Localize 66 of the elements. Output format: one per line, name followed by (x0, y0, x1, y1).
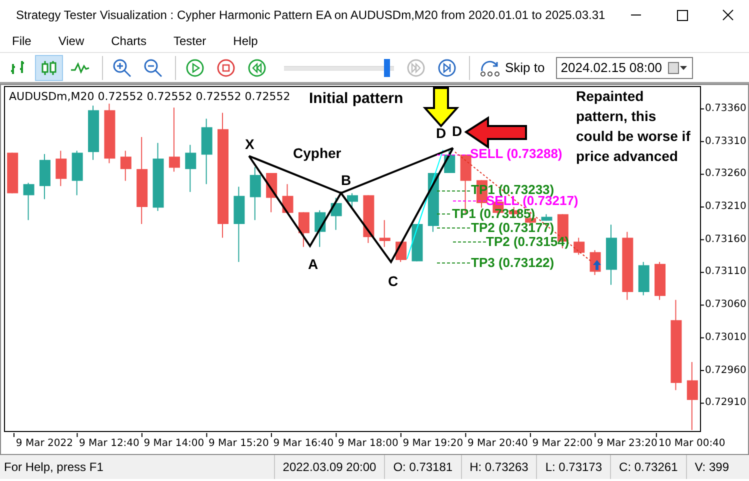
signal-label: TP3 (0.73122) (471, 256, 554, 269)
axis-label: 9 Mar 12:40 (79, 438, 140, 449)
menu-item[interactable]: View (50, 34, 92, 48)
menu-item[interactable]: Tester (165, 34, 214, 48)
menu-item[interactable]: File (4, 34, 40, 48)
left-arrow (464, 116, 527, 149)
axis-label: 9 Mar 2022 (16, 438, 73, 449)
status-field: O: 0.73181 (384, 455, 461, 479)
menu-item[interactable]: Help (225, 34, 266, 48)
help-text: For Help, press F1 (3, 460, 104, 474)
fast-forward-icon (406, 58, 426, 78)
axis-label: 0.73260 (705, 168, 746, 180)
axis-label: 9 Mar 14:00 (144, 438, 204, 449)
axis-label: 0.73210 (705, 201, 746, 212)
rewind-icon (247, 58, 267, 78)
axis-label: 0.73110 (705, 266, 746, 278)
point-label: C (388, 274, 398, 288)
axis-label: 0.73360 (705, 102, 746, 114)
axis-label: 0.73010 (705, 332, 746, 343)
date-field[interactable]: 2024.02.15 08:00 (556, 56, 693, 78)
annotation-text: Initial pattern (309, 91, 404, 106)
axis-label: 9 Mar 22:00 (532, 438, 593, 449)
annotation-text: Repainted pattern, this could be worse if price advanced (576, 87, 692, 166)
status-field: V: 399 (686, 455, 737, 479)
buy-arrow-icon (593, 260, 601, 270)
symbol-info: AUDUSDm,M20 0.72552 0.72552 0.72552 0.72552 (9, 90, 290, 103)
calendar-icon[interactable] (668, 62, 688, 74)
menu-item[interactable]: Charts (103, 34, 154, 48)
status-field: 2022.03.09 20:00 (274, 455, 384, 479)
axis-label: 0.73160 (705, 234, 746, 245)
axis-label: 9 Mar 15:20 (208, 438, 269, 449)
skip-icon (479, 58, 501, 76)
status-field: H: 0.73263 (460, 455, 536, 479)
point-label: X (245, 137, 254, 151)
status-field: L: 0.73173 (536, 455, 610, 479)
candlestick-button[interactable] (35, 54, 63, 80)
axis-label: 9 Mar 19:20 (402, 438, 464, 449)
skip-forward-icon (437, 58, 457, 78)
play-icon (185, 58, 205, 78)
slider-thumb[interactable] (384, 58, 390, 76)
pattern-name: Cypher (293, 146, 342, 160)
axis-label: 0.73310 (705, 136, 746, 147)
level-line (436, 190, 472, 192)
axis-label: 0.72910 (705, 397, 746, 408)
zoom-in-icon (112, 58, 132, 78)
level-line (452, 200, 486, 202)
axis-label: 0.73060 (705, 299, 746, 310)
point-label: D (436, 126, 446, 140)
signal-label: SELL (0.73288) (470, 147, 562, 160)
zoom-out-icon (143, 58, 163, 78)
axis-label: 9 Mar 18:00 (338, 438, 398, 449)
window-title: Strategy Tester Visualization : Cypher Harmonic Pattern EA on AUDUSDm,M20 from 2020.01.01 to 2025.03.31 (16, 8, 606, 22)
axis-label: 9 Mar 20:40 (467, 438, 528, 449)
point-label: D (452, 124, 462, 138)
point-label: B (341, 173, 352, 187)
status-field: C: 0.73261 (610, 455, 686, 479)
level-line (436, 154, 470, 156)
axis-label: 0.72960 (705, 364, 746, 376)
stop-icon (216, 58, 236, 78)
axis-label: 9 Mar 16:40 (273, 438, 334, 449)
signal-label: TP2 (0.73177) (471, 221, 554, 234)
axis-label: 9 Mar 23:20 (596, 438, 658, 449)
axis-label: 10 Mar 00:40 (658, 438, 726, 449)
level-line (436, 262, 472, 264)
skip-to-button[interactable]: Skip to (475, 54, 549, 80)
point-label: A (308, 257, 318, 271)
